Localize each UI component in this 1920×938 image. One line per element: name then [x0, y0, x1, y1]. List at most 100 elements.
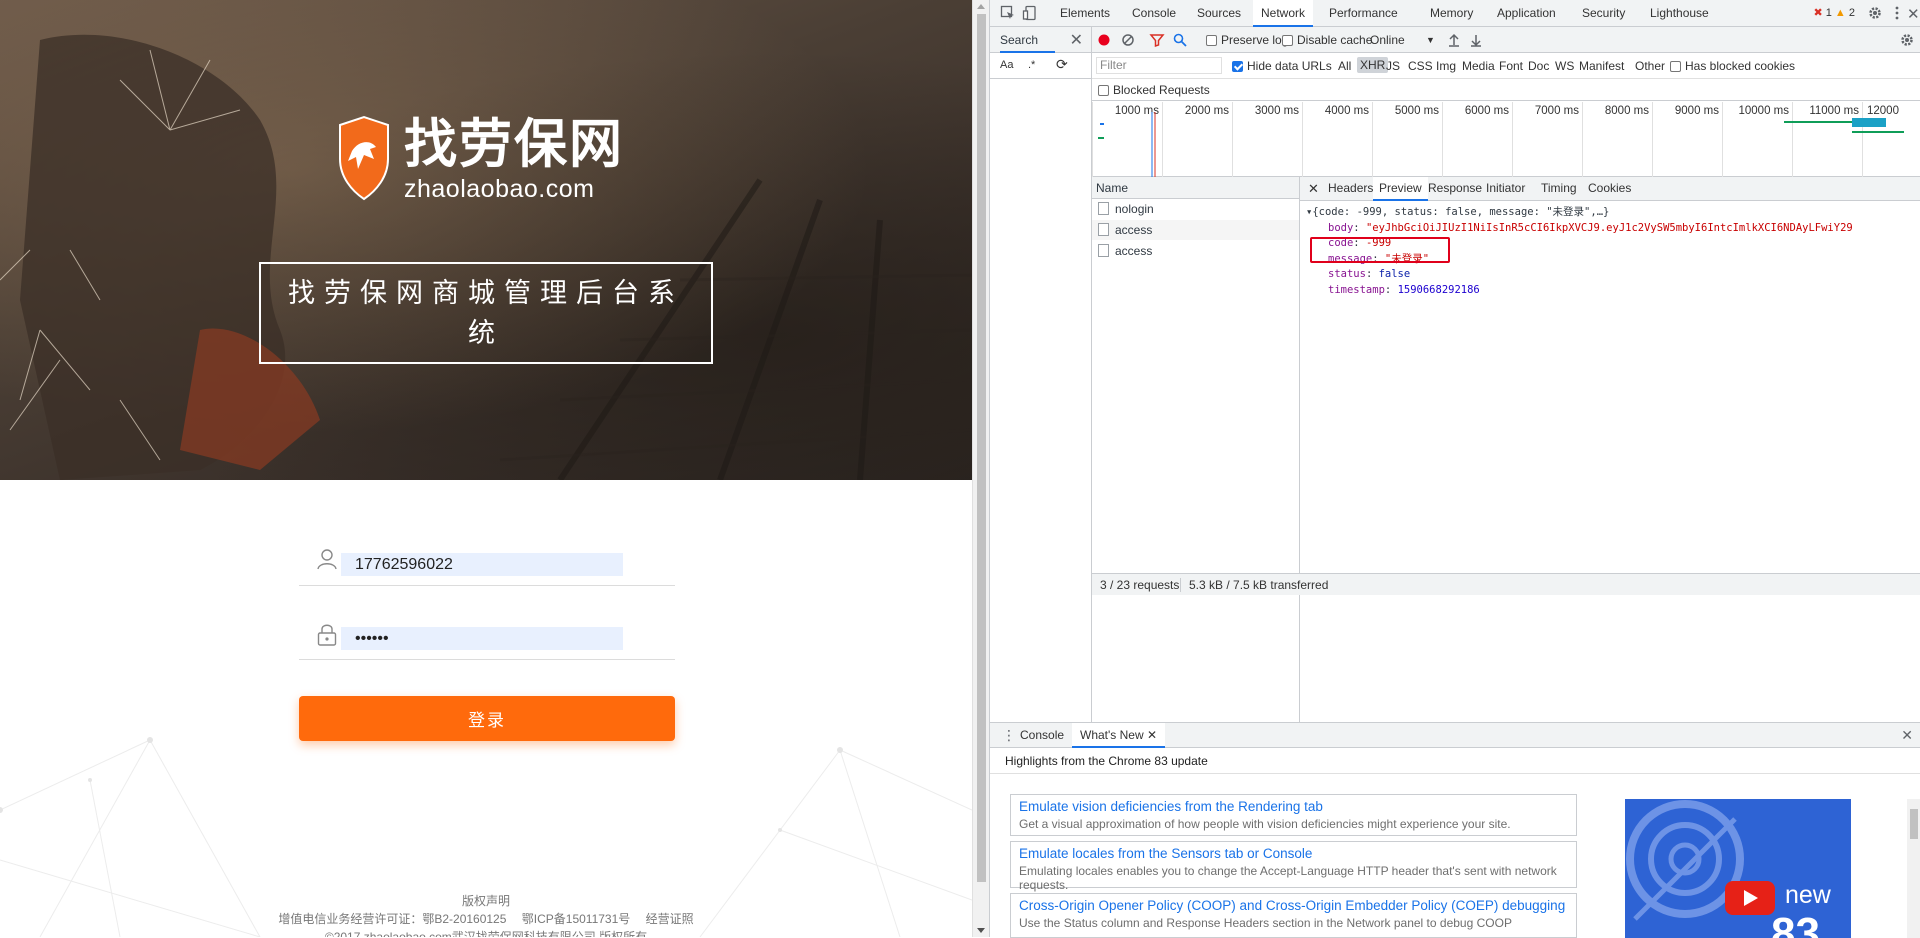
clear-icon[interactable]: [1120, 32, 1136, 48]
copyright-notice-link[interactable]: 版权声明: [0, 892, 972, 910]
business-license-link[interactable]: 经营证照: [646, 912, 694, 926]
timeline-bars: [1098, 112, 1904, 177]
json-preview: ▾{code: -999, status: false, message: "未…: [1300, 201, 1920, 298]
password-input[interactable]: ••••••: [341, 627, 623, 650]
tab-application[interactable]: Application: [1489, 0, 1564, 27]
throttling-value: Online: [1370, 33, 1405, 47]
match-case-toggle[interactable]: Aa: [1000, 59, 1013, 71]
network-settings-gear-icon[interactable]: [1899, 32, 1915, 48]
tab-sources[interactable]: Sources: [1189, 0, 1249, 27]
tab-security[interactable]: Security: [1574, 0, 1633, 27]
detail-tab-initiator[interactable]: Initiator: [1480, 177, 1531, 201]
request-name: nologin: [1115, 202, 1154, 216]
detail-tab-preview[interactable]: Preview: [1373, 177, 1428, 201]
warning-icon: ▲: [1834, 7, 1846, 19]
throttling-select[interactable]: Online ▼: [1370, 33, 1440, 47]
filter-js[interactable]: JS: [1386, 59, 1400, 73]
drawer-tab-whats-new[interactable]: What's New ✕: [1072, 723, 1166, 748]
detail-tab-response[interactable]: Response: [1422, 177, 1488, 201]
device-toolbar-icon[interactable]: [1022, 5, 1038, 21]
refresh-search-icon[interactable]: ⟳: [1056, 56, 1068, 73]
detail-tab-headers[interactable]: Headers: [1322, 177, 1379, 201]
whats-new-card[interactable]: Cross-Origin Opener Policy (COOP) and Cr…: [1010, 893, 1577, 938]
file-icon: [1098, 223, 1109, 236]
hide-data-urls-checkbox[interactable]: Hide data URLs: [1232, 59, 1332, 73]
record-icon[interactable]: [1096, 32, 1112, 48]
filter-ws[interactable]: WS: [1555, 59, 1574, 73]
issues-counter[interactable]: ✖ 1 ▲ 2: [1813, 6, 1855, 19]
filter-img[interactable]: Img: [1436, 59, 1456, 73]
whats-new-card[interactable]: Emulate vision deficiencies from the Ren…: [1010, 794, 1577, 836]
request-row-nologin[interactable]: nologin: [1092, 199, 1299, 220]
filter-input[interactable]: Filter: [1096, 57, 1222, 74]
brand-logo: 找劳保网 zhaolaobao.com: [336, 114, 624, 202]
close-drawer-icon[interactable]: ✕: [1893, 723, 1920, 748]
username-field: 17762596022: [299, 540, 675, 586]
more-options-icon[interactable]: [1889, 5, 1905, 21]
tab-elements[interactable]: Elements: [1052, 0, 1118, 27]
preserve-log-checkbox[interactable]: Preserve log: [1206, 33, 1288, 47]
page-scrollbar[interactable]: [972, 0, 989, 937]
shield-logo-icon: [339, 115, 389, 201]
regex-toggle[interactable]: .*: [1028, 59, 1035, 71]
icp-record[interactable]: 鄂ICP备15011731号: [522, 912, 631, 926]
request-row-access[interactable]: access: [1092, 220, 1299, 241]
filter-doc[interactable]: Doc: [1528, 59, 1549, 73]
json-summary-row[interactable]: ▾{code: -999, status: false, message: "未…: [1306, 205, 1920, 221]
detail-tab-cookies[interactable]: Cookies: [1582, 177, 1637, 201]
filter-manifest[interactable]: Manifest: [1579, 59, 1624, 73]
card-title[interactable]: Emulate vision deficiencies from the Ren…: [1019, 798, 1568, 815]
login-button[interactable]: 登录: [299, 696, 675, 741]
system-title: 找劳保网商城管理后台系统: [259, 262, 713, 364]
detail-tab-timing[interactable]: Timing: [1535, 177, 1583, 201]
card-description: Use the Status column and Response Heade…: [1019, 916, 1512, 930]
disable-cache-checkbox[interactable]: Disable cache: [1282, 33, 1372, 47]
import-har-icon[interactable]: [1446, 32, 1462, 48]
filter-font[interactable]: Font: [1499, 59, 1523, 73]
card-title[interactable]: Cross-Origin Opener Policy (COOP) and Cr…: [1019, 897, 1568, 914]
json-timestamp-value: 1590668292186: [1397, 283, 1480, 296]
tab-console[interactable]: Console: [1124, 0, 1184, 27]
json-key: body: [1328, 221, 1354, 234]
settings-gear-icon[interactable]: [1867, 5, 1883, 21]
chrome-83-promo-image[interactable]: new 83: [1625, 799, 1851, 938]
json-status-value: false: [1378, 268, 1411, 280]
username-input[interactable]: 17762596022: [341, 553, 623, 576]
disable-cache-label: Disable cache: [1297, 33, 1373, 47]
drawer-tab-console[interactable]: Console: [1012, 723, 1072, 748]
drawer-scrollbar[interactable]: [1907, 799, 1920, 938]
card-description: Emulating locales enables you to change …: [1019, 864, 1557, 892]
has-blocked-cookies-checkbox[interactable]: Has blocked cookies: [1670, 59, 1795, 73]
close-search-icon[interactable]: ✕: [1070, 30, 1083, 50]
whats-new-card[interactable]: Emulate locales from the Sensors tab or …: [1010, 841, 1577, 892]
file-icon: [1098, 244, 1109, 257]
user-icon: [317, 549, 337, 570]
tab-performance[interactable]: Performance: [1321, 0, 1406, 27]
filter-media[interactable]: Media: [1462, 59, 1495, 73]
youtube-play-icon[interactable]: [1725, 881, 1775, 915]
network-toolbar: Preserve log Disable cache Online ▼: [1092, 27, 1920, 53]
card-title[interactable]: Emulate locales from the Sensors tab or …: [1019, 845, 1568, 862]
blocked-requests-checkbox[interactable]: Blocked Requests: [1098, 83, 1210, 97]
network-overview-timeline[interactable]: 1000 ms 2000 ms 3000 ms 4000 ms 5000 ms …: [1092, 102, 1920, 177]
name-column-header[interactable]: Name: [1092, 177, 1299, 199]
inspect-element-icon[interactable]: [1000, 5, 1016, 21]
close-devtools-icon[interactable]: ✕: [1907, 5, 1920, 23]
filter-icon[interactable]: [1149, 32, 1165, 48]
search-icon[interactable]: [1172, 32, 1188, 48]
blocked-requests-row: Blocked Requests: [1092, 79, 1920, 101]
export-har-icon[interactable]: [1468, 32, 1484, 48]
tab-network[interactable]: Network: [1253, 0, 1314, 27]
tab-lighthouse[interactable]: Lighthouse: [1642, 0, 1717, 27]
close-tab-icon[interactable]: ✕: [1147, 728, 1157, 742]
card-description: Get a visual approximation of how people…: [1019, 817, 1511, 831]
search-tab[interactable]: Search: [1000, 33, 1055, 53]
request-row-access[interactable]: access: [1092, 241, 1299, 262]
filter-xhr[interactable]: XHR: [1357, 57, 1389, 73]
drawer-tab-whats-new-label: What's New: [1080, 728, 1144, 742]
tab-memory[interactable]: Memory: [1422, 0, 1481, 27]
filter-other[interactable]: Other: [1635, 59, 1665, 73]
login-page: 找劳保网 zhaolaobao.com 找劳保网商城管理后台系统 1776259…: [0, 0, 972, 937]
filter-css[interactable]: CSS: [1408, 59, 1433, 73]
filter-all[interactable]: All: [1338, 59, 1351, 73]
